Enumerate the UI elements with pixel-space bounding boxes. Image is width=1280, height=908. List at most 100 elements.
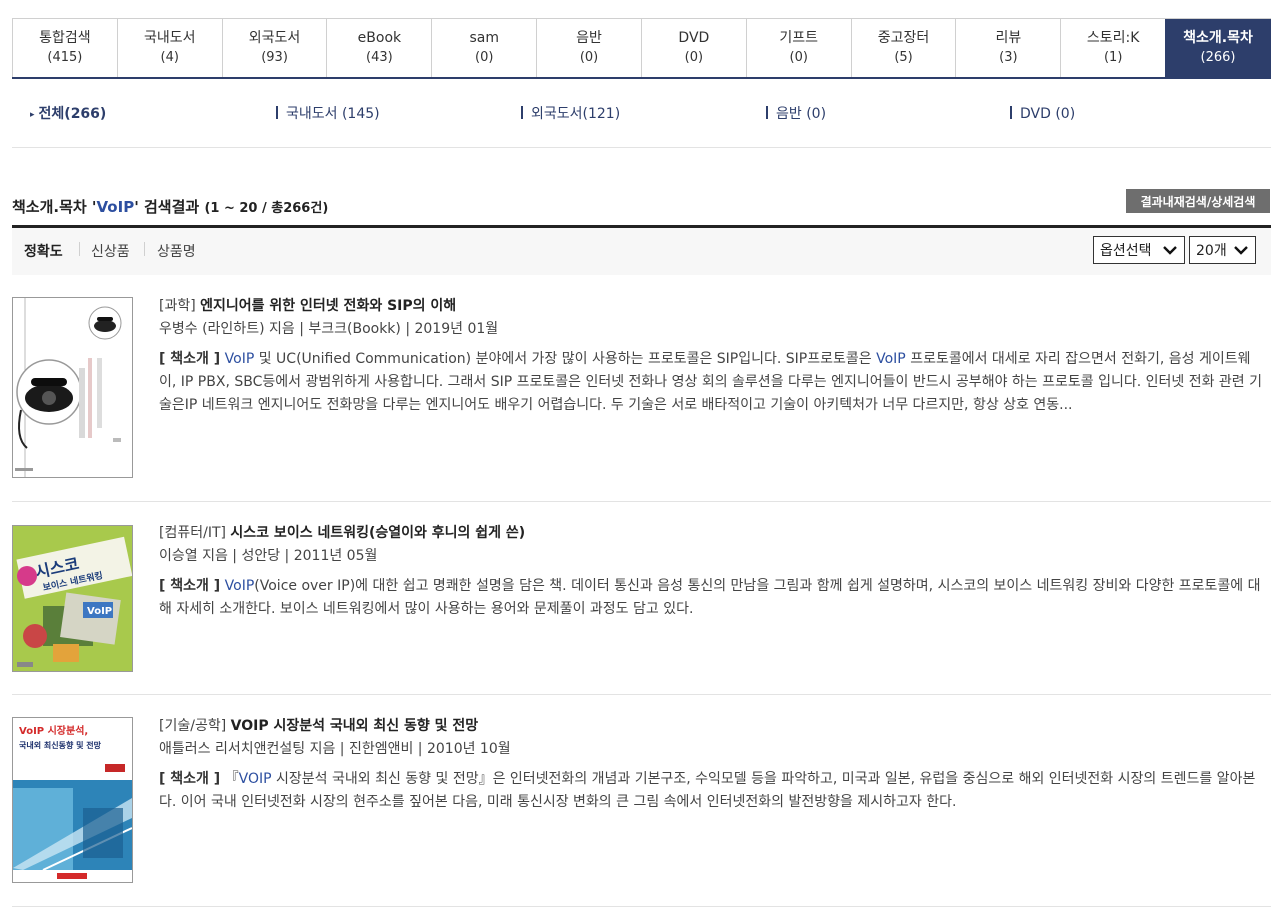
tab-count: (43) <box>366 50 393 65</box>
item-meta: 애틀러스 리서치앤컨설팅 지음 | 진한엠앤비 | 2010년 10월 <box>159 741 511 757</box>
tab-label: sam <box>469 30 499 46</box>
item-title: [과학] 엔지니어를 위한 인터넷 전화와 SIP의 이해 <box>159 296 1264 316</box>
item-category: [기술/공학] <box>159 718 227 734</box>
sub-filter-all[interactable]: ▸ 전체(266) <box>30 105 106 124</box>
tab-sam[interactable]: sam (0) <box>431 19 536 77</box>
tab-count: (3) <box>999 50 1018 65</box>
page-size-value: 20개 <box>1196 243 1227 259</box>
tab-label: eBook <box>357 30 402 46</box>
desc-tag: [ 책소개 ] <box>159 578 221 594</box>
desc-keyword: VoIP <box>224 578 255 594</box>
telephone-cover-art <box>13 298 132 477</box>
sort-newest[interactable]: 신상품 <box>91 241 130 261</box>
tab-label: 음반 <box>576 30 602 46</box>
divider <box>766 106 768 119</box>
result-range: (1 ~ 20 / 총266건) <box>204 201 329 216</box>
arrow-right-icon: ▸ <box>30 110 35 120</box>
desc-text: 『 <box>220 771 239 787</box>
option-select-value: 옵션선택 <box>1100 243 1152 259</box>
tab-count: (4) <box>160 50 179 65</box>
cisco-cover-art: 시스코 보이스 네트워킹 VoIP <box>13 526 132 671</box>
desc-text: 및 UC(Unified Communication) 분야에서 가장 많이 사… <box>254 351 877 367</box>
sub-filter-bar: ▸ 전체(266) 국내도서 (145) 외국도서(121) 음반 (0) DVD… <box>12 80 1271 148</box>
sub-filter-label: 외국도서(121) <box>531 106 621 122</box>
cover-title: 국내외 최신동향 및 전망 <box>19 740 102 750</box>
voip-market-cover-art: VoIP 시장분석, 국내외 최신동향 및 전망 <box>13 718 132 882</box>
tab-story-k[interactable]: 스토리:K (1) <box>1060 19 1165 77</box>
tab-count: (0) <box>475 50 494 65</box>
item-title-link[interactable]: 시스코 보이스 네트워킹(승열이와 후니의 쉽게 쓴) <box>230 525 525 541</box>
tab-count: (1) <box>1103 50 1123 65</box>
tab-ebook[interactable]: eBook (43) <box>326 19 431 77</box>
tab-count: (0) <box>579 50 599 65</box>
tab-used-market[interactable]: 중고장터 (5) <box>850 19 956 77</box>
item-title-link[interactable]: 엔지니어를 위한 인터넷 전화와 SIP의 이해 <box>200 298 456 314</box>
list-item: [과학] 엔지니어를 위한 인터넷 전화와 SIP의 이해 우병수 (라인하트)… <box>12 275 1271 502</box>
desc-keyword: VoIP <box>224 351 255 367</box>
tab-review[interactable]: 리뷰 (3) <box>955 19 1060 77</box>
tab-book-intro-toc[interactable]: 책소개.목차 (266) <box>1165 19 1271 77</box>
item-description: [ 책소개 ] 『VOIP 시장분석 국내외 최신 동향 및 전망』은 인터넷전… <box>159 768 1264 814</box>
chevron-down-icon <box>1163 246 1177 255</box>
desc-keyword: VoIP <box>876 351 906 367</box>
sort-name[interactable]: 상품명 <box>157 241 196 261</box>
book-cover-image[interactable] <box>12 297 133 478</box>
item-title-link[interactable]: VOIP 시장분석 국내외 최신 동향 및 전망 <box>231 718 479 734</box>
item-meta: 우병수 (라인하트) 지음 | 부크크(Bookk) | 2019년 01월 <box>159 321 499 337</box>
item-category: [과학] <box>159 298 196 314</box>
sub-filter-foreign[interactable]: 외국도서(121) <box>521 105 620 123</box>
tab-domestic-books[interactable]: 국내도서 (4) <box>116 19 222 77</box>
sort-accuracy[interactable]: 정확도 <box>24 241 63 261</box>
list-item: VoIP 시장분석, 국내외 최신동향 및 전망 [기술/공학] VOIP 시장… <box>12 695 1271 907</box>
sub-filter-label: DVD (0) <box>1020 106 1076 122</box>
sub-filter-music[interactable]: 음반 (0) <box>766 105 826 123</box>
item-meta: 이승열 지음 | 성안당 | 2011년 05월 <box>159 548 378 564</box>
desc-keyword: VOIP <box>238 771 272 787</box>
category-tabs: 통합검색 (415) 국내도서 (4) 외국도서 (93) eBook (43) sam… <box>12 18 1271 79</box>
tab-dvd[interactable]: DVD (0) <box>640 19 746 77</box>
item-description: [ 책소개 ] VoIP 및 UC(Unified Communication)… <box>159 348 1264 417</box>
sort-bar: 정확도 신상품 상품명 옵션선택 20개 <box>12 228 1271 275</box>
result-prefix: 책소개.목차 ' <box>12 198 97 216</box>
sub-filter-domestic[interactable]: 국내도서 (145) <box>276 105 380 123</box>
item-category: [컴퓨터/IT] <box>159 525 226 541</box>
divider <box>521 106 523 119</box>
tab-foreign-books[interactable]: 외국도서 (93) <box>221 19 327 77</box>
divider <box>79 242 80 256</box>
tab-label: 통합검색 <box>39 30 91 46</box>
item-title: [컴퓨터/IT] 시스코 보이스 네트워킹(승열이와 후니의 쉽게 쓴) <box>159 523 1264 543</box>
detail-search-button[interactable]: 결과내재검색/상세검색 <box>1126 189 1270 213</box>
tab-label: 기프트 <box>779 30 819 46</box>
tab-count: (266) <box>1200 50 1236 65</box>
option-select[interactable]: 옵션선택 <box>1093 236 1185 264</box>
tab-count: (5) <box>894 50 913 65</box>
tab-count: (93) <box>261 50 288 65</box>
book-cover-image[interactable]: 시스코 보이스 네트워킹 VoIP <box>12 525 133 672</box>
divider <box>276 106 278 119</box>
item-title: [기술/공학] VOIP 시장분석 국내외 최신 동향 및 전망 <box>159 716 1264 736</box>
item-description: [ 책소개 ] VoIP(Voice over IP)에 대한 쉽고 명쾌한 설… <box>159 575 1264 621</box>
result-title: 책소개.목차 'VoIP' 검색결과 (1 ~ 20 / 총266건) <box>12 196 328 217</box>
tab-music[interactable]: 음반 (0) <box>536 19 641 77</box>
tab-integrated-search[interactable]: 통합검색 (415) <box>12 19 117 77</box>
tab-count: (0) <box>684 50 704 65</box>
page-size-select[interactable]: 20개 <box>1189 236 1256 264</box>
tab-label: 국내도서 <box>143 30 196 46</box>
tab-label: 리뷰 <box>995 30 1022 46</box>
tab-label: 스토리:K <box>1086 30 1140 46</box>
book-cover-image[interactable]: VoIP 시장분석, 국내외 최신동향 및 전망 <box>12 717 133 883</box>
sub-filter-label: 전체(266) <box>38 106 107 122</box>
cover-title: VoIP 시장분석, <box>19 724 88 737</box>
divider <box>1010 106 1012 119</box>
result-keyword: VoIP <box>96 198 135 216</box>
list-item: 시스코 보이스 네트워킹 VoIP [컴퓨터/IT] 시스코 보이스 네트워킹(… <box>12 502 1271 695</box>
desc-text: 시장분석 국내외 최신 동향 및 전망』은 인터넷전화의 개념과 기본구조, 수… <box>159 771 1256 810</box>
desc-tag: [ 책소개 ] <box>159 351 221 367</box>
sub-filter-dvd[interactable]: DVD (0) <box>1010 105 1075 123</box>
tab-gift[interactable]: 기프트 (0) <box>745 19 851 77</box>
sub-filter-label: 음반 (0) <box>776 106 827 122</box>
tab-count: (415) <box>47 50 83 65</box>
result-suffix: ' 검색결과 <box>134 198 200 216</box>
tab-label: DVD <box>678 30 710 46</box>
sub-filter-label: 국내도서 (145) <box>286 106 380 122</box>
